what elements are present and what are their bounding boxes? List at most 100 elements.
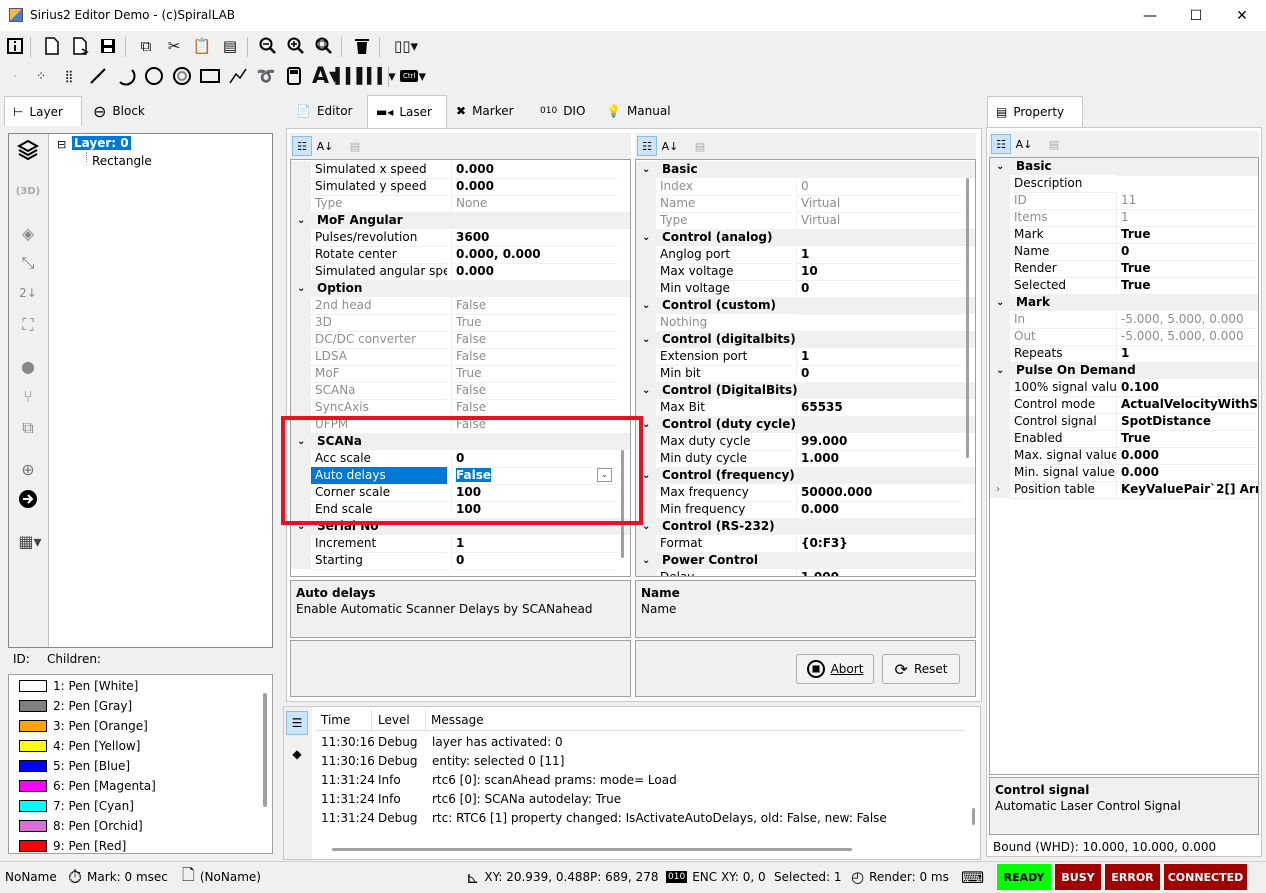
property-value[interactable]: 0 xyxy=(796,178,962,196)
tab-marker[interactable]: ✖ Marker xyxy=(447,96,531,126)
pen-item[interactable]: 3: Pen [Orange] xyxy=(19,716,148,736)
paste-icon[interactable]: 📋 xyxy=(191,35,213,57)
property-value[interactable]: 10 xyxy=(796,263,962,281)
grid-property-row[interactable]: Max. signal value 0.000 xyxy=(990,447,1258,465)
grid-category[interactable]: ⌄ Power Control xyxy=(636,552,975,569)
log-col-time[interactable]: Time xyxy=(321,713,350,727)
grid-property-row[interactable]: Min. signal value 0.000 xyxy=(990,464,1258,482)
grid-property-row[interactable]: 100% signal value 0.100 xyxy=(990,379,1258,397)
property-value[interactable]: Virtual xyxy=(796,195,962,213)
grid-category[interactable]: ⌄ Control (custom) xyxy=(636,297,975,314)
grid-property-row[interactable]: Rotate center 0.000, 0.000 xyxy=(291,246,630,264)
grid-property-row[interactable]: Delay 1.000 xyxy=(636,569,975,576)
zoom-in-icon[interactable] xyxy=(285,35,307,57)
property-value[interactable]: KeyValuePair`2[] Array xyxy=(1116,481,1258,499)
grid-property-row[interactable]: Items 1 xyxy=(990,209,1258,227)
grid-property-row[interactable]: Max Bit 65535 xyxy=(636,399,975,417)
grid-property-row[interactable]: Min voltage 0 xyxy=(636,280,975,298)
property-value[interactable]: False xyxy=(451,348,617,366)
property-value[interactable] xyxy=(796,314,962,315)
grid-property-row[interactable]: Pulses/revolution 3600 xyxy=(291,229,630,247)
grid-property-row[interactable]: Description xyxy=(990,175,1258,193)
property-value[interactable]: 0.000 xyxy=(796,501,962,519)
rectangle-icon[interactable] xyxy=(199,65,221,87)
grid-property-row[interactable]: Enabled True xyxy=(990,430,1258,448)
spiral-icon[interactable]: ➰ xyxy=(255,65,277,87)
align-dropdown-icon[interactable]: ▯▯▾ xyxy=(389,35,423,57)
property-pages-icon[interactable]: ▤ xyxy=(345,136,365,156)
tab-laser[interactable]: ▬◂ Laser xyxy=(367,95,447,128)
property-value[interactable]: 1 xyxy=(1116,345,1258,363)
alphabetical-icon[interactable]: A↓ xyxy=(315,136,335,156)
pen-item[interactable]: 4: Pen [Yellow] xyxy=(19,736,140,756)
reset-button[interactable]: ⟳ Reset xyxy=(882,654,960,684)
log-hscroll[interactable] xyxy=(332,848,852,851)
cut-icon[interactable]: ✂ xyxy=(163,35,185,57)
grid-property-row[interactable]: Format {0:F3} xyxy=(636,535,975,553)
exit-icon[interactable] xyxy=(15,486,41,512)
grid-property-row[interactable]: In -5.000, 5.000, 0.000 xyxy=(990,311,1258,329)
info-icon[interactable] xyxy=(4,35,26,57)
property-value[interactable]: ActualVelocityWithSCANa xyxy=(1116,396,1258,414)
polyline-icon[interactable] xyxy=(227,65,249,87)
grid-property-row[interactable]: Index 0 xyxy=(636,178,975,196)
paste-array-icon[interactable]: ▤ xyxy=(219,35,241,57)
ctrl-dropdown-icon[interactable]: Ctrl ▾ xyxy=(396,65,430,87)
log-vscroll[interactable] xyxy=(972,808,975,825)
property-value[interactable]: 50000.000 xyxy=(796,484,962,502)
property-value[interactable]: True xyxy=(1116,430,1258,448)
grid-property-row[interactable]: Min frequency 0.000 xyxy=(636,501,975,519)
eraser-icon[interactable]: ◆ xyxy=(286,742,308,766)
path-icon[interactable]: ⤡ xyxy=(15,250,41,276)
grid-property-row[interactable]: Mark True xyxy=(990,226,1258,244)
grid-property-row[interactable]: Max frequency 50000.000 xyxy=(636,484,975,502)
property-value[interactable]: 0.000 xyxy=(451,161,617,179)
open-file-icon[interactable] xyxy=(70,35,92,57)
pen-item[interactable]: 2: Pen [Gray] xyxy=(19,696,132,716)
rtc-property-pages-icon[interactable]: ▤ xyxy=(690,136,710,156)
points-icon[interactable]: ⁘ xyxy=(30,65,52,87)
grid-category[interactable]: ⌄ Control (DigitalBits) xyxy=(636,382,975,399)
grid-property-row[interactable]: Type Virtual xyxy=(636,212,975,230)
grid-category[interactable]: ⌄ Control (frequency) xyxy=(636,467,975,484)
grid-property-row[interactable]: Render True xyxy=(990,260,1258,278)
barcode-icon[interactable]: ▍▍▌▍▍▾ xyxy=(335,65,395,87)
trepan-icon[interactable] xyxy=(171,65,193,87)
tab-block[interactable]: ⊖ Block xyxy=(84,96,164,126)
copy-icon[interactable]: ⧉ xyxy=(135,35,157,57)
raster-icon[interactable]: ⣿ xyxy=(58,65,80,87)
property-value[interactable]: 1 xyxy=(796,348,962,366)
grid-category[interactable]: ⌄ Control (digitalbits) xyxy=(636,331,975,348)
tab-editor[interactable]: 📄 Editor xyxy=(287,96,367,126)
grid-property-row[interactable]: Increment 1 xyxy=(291,535,630,553)
property-value[interactable]: True xyxy=(451,314,617,332)
property-value[interactable]: Virtual xyxy=(796,212,962,230)
grid-property-row[interactable]: LDSA False xyxy=(291,348,630,366)
grid-property-row[interactable]: Anglog port 1 xyxy=(636,246,975,264)
property-value[interactable]: True xyxy=(451,365,617,383)
property-value[interactable]: 0.000 xyxy=(1116,464,1258,482)
property-value[interactable]: 1.000 xyxy=(796,569,962,576)
prop-alphabetical-icon[interactable]: A↓ xyxy=(1014,134,1034,154)
close-button[interactable]: ✕ xyxy=(1219,0,1265,31)
property-value[interactable]: 0 xyxy=(1116,243,1258,261)
log-row[interactable]: 11:31:24 Info rtc6 [0]: SCANa autodelay: T… xyxy=(316,790,966,809)
grid-category[interactable]: ⌄ Control (duty cycle) xyxy=(636,416,975,433)
property-value[interactable]: 0 xyxy=(451,552,617,570)
property-value[interactable]: -5.000, 5.000, 0.000 xyxy=(1116,311,1258,329)
grid-category[interactable]: ⌄ MoF Angular xyxy=(291,212,630,229)
group-icon[interactable]: ⧉ xyxy=(15,415,41,441)
property-value[interactable]: False xyxy=(451,297,617,315)
tab-manual[interactable]: 💡 Manual xyxy=(597,96,677,126)
grid-property-row[interactable]: › Position tableKeyValuePair`2[] Array xyxy=(990,481,1258,499)
grid-property-row[interactable]: Name Virtual xyxy=(636,195,975,213)
grid-property-row[interactable]: Min duty cycle 1.000 xyxy=(636,450,975,468)
log-row[interactable]: 11:30:16 Debug layer has activated: 0 xyxy=(316,733,966,752)
grid-category[interactable]: ⌄ Control (analog) xyxy=(636,229,975,246)
grid-category[interactable]: ⌄ Mark xyxy=(990,294,1258,311)
prop-categorized-icon[interactable]: ☷ xyxy=(991,134,1011,154)
property-value[interactable]: True xyxy=(1116,260,1258,278)
grid-property-row[interactable]: Control signal SpotDistance xyxy=(990,413,1258,431)
tab-layer[interactable]: ⊢ Layer xyxy=(4,96,82,126)
property-value[interactable]: False xyxy=(451,331,617,349)
